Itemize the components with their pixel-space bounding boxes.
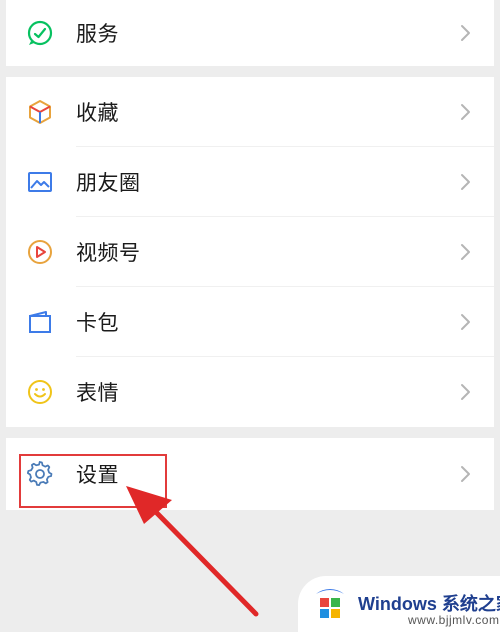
menu-item-label: 视频号	[76, 241, 141, 265]
menu-item-label: 朋友圈	[76, 171, 141, 195]
moments-icon	[28, 172, 52, 192]
chevron-right-icon	[461, 174, 470, 190]
channels-icon	[28, 240, 52, 264]
menu-item-label: 收藏	[76, 101, 119, 125]
watermark: Windows 系统之家 www.bjjmlv.com	[298, 576, 500, 632]
menu-item-moments[interactable]: 朋友圈	[6, 147, 494, 217]
watermark-brand: Windows	[358, 594, 437, 614]
menu-item-service[interactable]: 服务	[6, 0, 494, 66]
chevron-right-icon	[461, 384, 470, 400]
windows-logo-icon	[316, 589, 344, 618]
sticker-icon	[28, 380, 52, 404]
menu-item-label: 卡包	[76, 311, 119, 335]
menu-item-card-wallet[interactable]: 卡包	[6, 287, 494, 357]
card-wallet-icon	[29, 311, 51, 333]
chevron-right-icon	[461, 25, 470, 41]
service-icon	[27, 20, 53, 46]
menu-item-label: 表情	[76, 381, 119, 405]
menu-item-favorites[interactable]: 收藏	[6, 77, 494, 147]
chevron-right-icon	[461, 314, 470, 330]
highlight-box	[19, 454, 167, 508]
chevron-right-icon	[461, 466, 470, 482]
menu-item-label: 服务	[76, 22, 119, 46]
service-group: 服务	[6, 0, 494, 66]
watermark-subtitle: 系统之家	[441, 594, 500, 614]
wechat-me-screen: 服务 收藏 朋友圈 视频号 卡包 表情 设置 Windows 系统之 www.b…	[0, 0, 500, 632]
menu-item-sticker[interactable]: 表情	[6, 357, 494, 427]
favorites-icon	[29, 100, 51, 124]
chevron-right-icon	[461, 104, 470, 120]
chevron-right-icon	[461, 244, 470, 260]
menu-item-channels[interactable]: 视频号	[6, 217, 494, 287]
main-menu-group: 收藏 朋友圈 视频号 卡包 表情	[6, 77, 494, 427]
watermark-url: www.bjjmlv.com	[408, 613, 500, 627]
